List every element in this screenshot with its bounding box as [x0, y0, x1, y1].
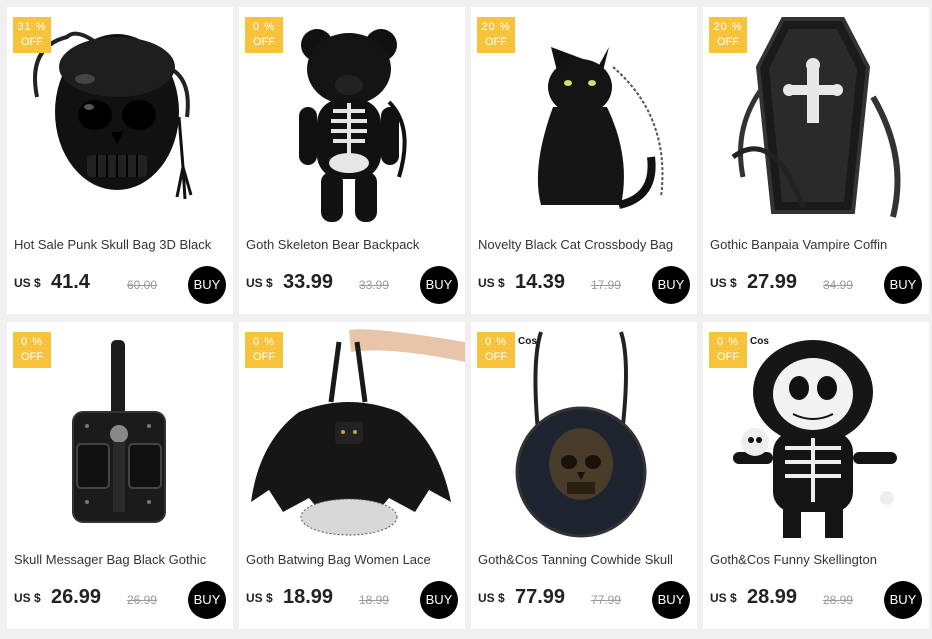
original-price: 34.99: [823, 278, 854, 292]
buy-button[interactable]: BUY: [420, 581, 458, 619]
discount-percent: 0 %: [253, 21, 275, 33]
price-row: US $ 28.99 28.99 BUY: [710, 581, 924, 626]
discount-badge: 20 % OFF: [709, 17, 747, 53]
original-price: 28.99: [823, 593, 854, 607]
buy-button[interactable]: BUY: [188, 581, 226, 619]
original-price: 18.99: [359, 593, 390, 607]
discount-percent: 0 %: [21, 336, 43, 348]
product-title[interactable]: Skull Messager Bag Black Gothic: [14, 552, 228, 567]
price-row: US $ 77.99 77.99 BUY: [478, 581, 692, 626]
price: 33.99: [283, 271, 334, 293]
product-card[interactable]: 0 % OFF Skull Messager Bag Black Gothic …: [7, 322, 233, 629]
brand-tag: Cos: [518, 336, 537, 347]
currency-label: US $: [246, 276, 273, 290]
discount-badge: 20 % OFF: [477, 17, 515, 53]
discount-off-label: OFF: [717, 36, 739, 48]
price: 77.99: [515, 586, 566, 608]
discount-badge: 0 % OFF: [709, 332, 747, 368]
discount-off-label: OFF: [21, 351, 43, 363]
product-title[interactable]: Hot Sale Punk Skull Bag 3D Black: [14, 237, 228, 252]
price-row: US $ 27.99 34.99 BUY: [710, 266, 924, 311]
discount-percent: 0 %: [253, 336, 275, 348]
price-row: US $ 33.99 33.99 BUY: [246, 266, 460, 311]
discount-off-label: OFF: [253, 36, 275, 48]
discount-percent: 31 %: [17, 21, 47, 33]
discount-percent: 0 %: [485, 336, 507, 348]
currency-label: US $: [14, 591, 41, 605]
discount-badge: 0 % OFF: [13, 332, 51, 368]
currency-label: US $: [710, 276, 737, 290]
buy-button[interactable]: BUY: [652, 581, 690, 619]
original-price: 60.00: [127, 278, 158, 292]
product-title[interactable]: Goth Skeleton Bear Backpack: [246, 237, 460, 252]
price: 28.99: [747, 586, 798, 608]
currency-label: US $: [478, 276, 505, 290]
discount-off-label: OFF: [485, 351, 507, 363]
discount-off-label: OFF: [21, 36, 43, 48]
discount-percent: 20 %: [713, 21, 743, 33]
price: 41.4: [51, 271, 90, 293]
buy-button[interactable]: BUY: [652, 266, 690, 304]
discount-badge: 0 % OFF: [245, 17, 283, 53]
discount-off-label: OFF: [253, 351, 275, 363]
buy-button[interactable]: BUY: [420, 266, 458, 304]
product-title[interactable]: Goth&Cos Funny Skellington: [710, 552, 924, 567]
buy-button[interactable]: BUY: [884, 266, 922, 304]
product-title[interactable]: Goth Batwing Bag Women Lace: [246, 552, 460, 567]
discount-percent: 0 %: [717, 336, 739, 348]
product-card[interactable]: 0 % OFF Cos Goth&Cos Tanning Cowhide Sku…: [471, 322, 697, 629]
price: 14.39: [515, 271, 566, 293]
original-price: 77.99: [591, 593, 622, 607]
price-row: US $ 41.4 60.00 BUY: [14, 266, 228, 311]
currency-label: US $: [710, 591, 737, 605]
original-price: 17.99: [591, 278, 622, 292]
price-row: US $ 14.39 17.99 BUY: [478, 266, 692, 311]
product-card[interactable]: 20 % OFF Gothic Banpaia Vampire Coffin U…: [703, 7, 929, 314]
price: 27.99: [747, 271, 798, 293]
currency-label: US $: [478, 591, 505, 605]
buy-button[interactable]: BUY: [884, 581, 922, 619]
currency-label: US $: [246, 591, 273, 605]
discount-badge: 0 % OFF: [245, 332, 283, 368]
product-card[interactable]: 31 % OFF Hot Sale Punk Skull Bag 3D Blac…: [7, 7, 233, 314]
discount-badge: 31 % OFF: [13, 17, 51, 53]
brand-tag: Cos: [750, 336, 769, 347]
product-title[interactable]: Novelty Black Cat Crossbody Bag: [478, 237, 692, 252]
price: 18.99: [283, 586, 334, 608]
price: 26.99: [51, 586, 102, 608]
product-grid: 31 % OFF Hot Sale Punk Skull Bag 3D Blac…: [7, 7, 929, 632]
product-title[interactable]: Gothic Banpaia Vampire Coffin: [710, 237, 924, 252]
discount-off-label: OFF: [717, 351, 739, 363]
currency-label: US $: [14, 276, 41, 290]
discount-badge: 0 % OFF: [477, 332, 515, 368]
buy-button[interactable]: BUY: [188, 266, 226, 304]
price-row: US $ 18.99 18.99 BUY: [246, 581, 460, 626]
product-card[interactable]: 0 % OFF Goth Batwing Bag Women Lace US $…: [239, 322, 465, 629]
price-row: US $ 26.99 26.99 BUY: [14, 581, 228, 626]
discount-off-label: OFF: [485, 36, 507, 48]
discount-percent: 20 %: [481, 21, 511, 33]
product-card[interactable]: 0 % OFF Cos Goth&Cos Funny Skellington U…: [703, 322, 929, 629]
product-title[interactable]: Goth&Cos Tanning Cowhide Skull: [478, 552, 692, 567]
original-price: 33.99: [359, 278, 390, 292]
original-price: 26.99: [127, 593, 158, 607]
product-card[interactable]: 20 % OFF Novelty Black Cat Crossbody Bag…: [471, 7, 697, 314]
product-card[interactable]: 0 % OFF Goth Skeleton Bear Backpack US $…: [239, 7, 465, 314]
